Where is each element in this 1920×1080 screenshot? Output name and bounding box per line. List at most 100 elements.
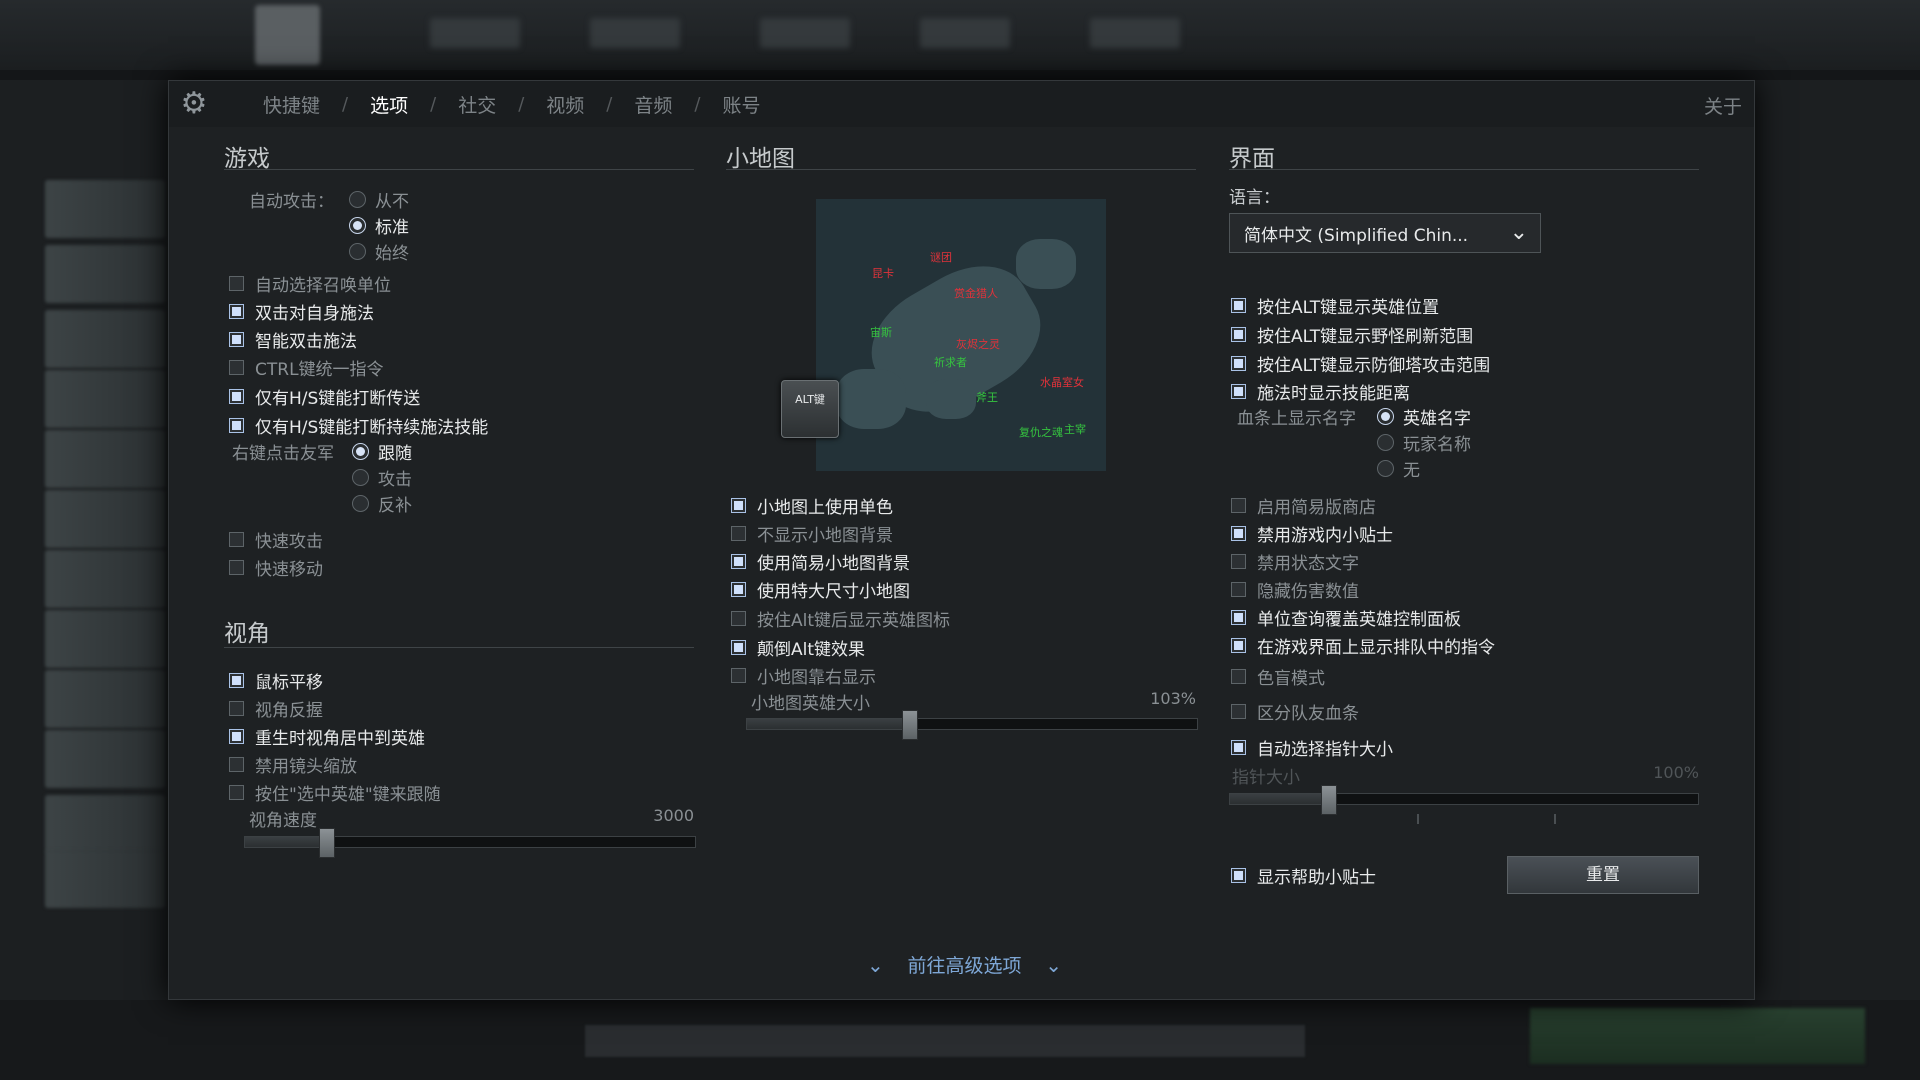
minimap-hero-label: 谜团 xyxy=(930,251,952,264)
checkbox-box xyxy=(229,532,244,547)
hero-tile xyxy=(45,310,165,368)
tab-account[interactable]: 账号 xyxy=(700,91,782,118)
settings-dialog: ⚙ 快捷键 / 选项 / 社交 / 视频 / 音频 / 账号 关于 游戏 自动攻… xyxy=(168,80,1755,1000)
language-select[interactable]: 简体中文 (Simplified Chin... ⌄ xyxy=(1229,213,1541,253)
tab-social[interactable]: 社交 xyxy=(436,91,518,118)
disable-status-text-checkbox[interactable]: 禁用状态文字 xyxy=(1231,549,1359,574)
hold-select-hero-follow-checkbox[interactable]: 按住"选中英雄"键来跟随 xyxy=(229,780,441,805)
checkbox-label: 在游戏界面上显示排队中的指令 xyxy=(1257,638,1495,658)
language-label: 语言： xyxy=(1229,188,1280,208)
minimap-monochrome-checkbox[interactable]: 小地图上使用单色 xyxy=(731,493,893,518)
camera-speed-label: 视角速度 xyxy=(249,811,317,831)
radio-dot xyxy=(349,217,366,234)
language-select-value: 简体中文 (Simplified Chin... xyxy=(1244,225,1469,246)
center-on-respawn-checkbox[interactable]: 重生时视角居中到英雄 xyxy=(229,724,425,749)
hide-damage-numbers-checkbox[interactable]: 隐藏伤害数值 xyxy=(1231,577,1359,602)
cursor-size-slider[interactable] xyxy=(1229,785,1699,815)
tab-video[interactable]: 视频 xyxy=(524,91,606,118)
auto-cursor-size-checkbox[interactable]: 自动选择指针大小 xyxy=(1231,735,1393,760)
tab-audio[interactable]: 音频 xyxy=(612,91,694,118)
checkbox-label: 使用简易小地图背景 xyxy=(757,554,910,574)
checkbox-label: 按住Alt键后显示英雄图标 xyxy=(757,611,951,631)
slider-thumb[interactable] xyxy=(319,828,335,858)
auto-attack-never-radio[interactable]: 从不 xyxy=(349,187,409,212)
invert-alt-checkbox[interactable]: 颠倒Alt键效果 xyxy=(731,635,865,660)
checkbox-label: 隐藏伤害数值 xyxy=(1257,582,1359,602)
checkbox-label: CTRL键统一指令 xyxy=(255,360,384,380)
show-help-tips-checkbox[interactable]: 显示帮助小贴士 xyxy=(1231,863,1376,888)
show-queued-orders-checkbox[interactable]: 在游戏界面上显示排队中的指令 xyxy=(1231,633,1495,658)
checkbox-box xyxy=(1231,554,1246,569)
checkbox-label: 按住ALT键显示英雄位置 xyxy=(1257,298,1440,318)
distinct-ally-healthbars-checkbox[interactable]: 区分队友血条 xyxy=(1231,699,1359,724)
checkbox-box xyxy=(1231,669,1246,684)
hs-interrupt-channel-checkbox[interactable]: 仅有H/S键能打断持续施法技能 xyxy=(229,413,488,438)
checkbox-box xyxy=(1231,582,1246,597)
simple-minimap-background-checkbox[interactable]: 使用简易小地图背景 xyxy=(731,549,910,574)
right-click-deny-radio[interactable]: 反补 xyxy=(352,491,412,516)
unit-query-override-checkbox[interactable]: 单位查询覆盖英雄控制面板 xyxy=(1231,605,1461,630)
checkbox-box xyxy=(1231,356,1246,371)
tab-options[interactable]: 选项 xyxy=(348,91,430,118)
minimap-right-side-checkbox[interactable]: 小地图靠右显示 xyxy=(731,663,876,688)
auto-select-summons-checkbox[interactable]: 自动选择召唤单位 xyxy=(229,271,391,296)
gear-icon[interactable]: ⚙ xyxy=(177,87,211,121)
show-cast-range-checkbox[interactable]: 施法时显示技能距离 xyxy=(1231,379,1410,404)
right-click-follow-radio[interactable]: 跟随 xyxy=(352,439,412,464)
quick-attack-checkbox[interactable]: 快速攻击 xyxy=(229,527,323,552)
checkbox-label: 视角反握 xyxy=(255,701,323,721)
smart-double-tap-checkbox[interactable]: 智能双击施法 xyxy=(229,327,357,352)
mouse-pan-checkbox[interactable]: 鼠标平移 xyxy=(229,668,323,693)
simple-shop-checkbox[interactable]: 启用简易版商店 xyxy=(1231,493,1376,518)
hs-interrupt-teleport-checkbox[interactable]: 仅有H/S键能打断传送 xyxy=(229,384,420,409)
colorblind-mode-checkbox[interactable]: 色盲模式 xyxy=(1231,664,1325,689)
alt-show-hero-icons-checkbox[interactable]: 按住Alt键后显示英雄图标 xyxy=(731,606,950,631)
checkbox-box xyxy=(1231,704,1246,719)
double-tap-self-cast-checkbox[interactable]: 双击对自身施法 xyxy=(229,299,374,324)
radio-label: 玩家名称 xyxy=(1403,435,1471,455)
hide-minimap-background-checkbox[interactable]: 不显示小地图背景 xyxy=(731,521,893,546)
disable-ingame-tips-checkbox[interactable]: 禁用游戏内小贴士 xyxy=(1231,521,1393,546)
auto-attack-standard-radio[interactable]: 标准 xyxy=(349,213,409,238)
minimap-hero-label: 祈求者 xyxy=(934,356,967,369)
disable-zoom-checkbox[interactable]: 禁用镜头缩放 xyxy=(229,752,357,777)
reset-button[interactable]: 重置 xyxy=(1507,856,1699,894)
checkbox-label: 小地图上使用单色 xyxy=(757,498,893,518)
ui-section-title: 界面 xyxy=(1229,146,1275,172)
checkbox-box xyxy=(229,673,244,688)
auto-attack-always-radio[interactable]: 始终 xyxy=(349,239,409,264)
advanced-options-link[interactable]: ⌄ 前往高级选项 ⌄ xyxy=(867,951,1062,978)
radio-dot xyxy=(352,469,369,486)
tab-hotkeys[interactable]: 快捷键 xyxy=(241,91,342,118)
slider-thumb[interactable] xyxy=(1321,785,1338,815)
extra-large-minimap-checkbox[interactable]: 使用特大尺寸小地图 xyxy=(731,577,910,602)
healthbar-player-name-radio[interactable]: 玩家名称 xyxy=(1377,430,1471,455)
healthbar-none-radio[interactable]: 无 xyxy=(1377,456,1420,481)
quick-move-checkbox[interactable]: 快速移动 xyxy=(229,555,323,580)
healthbar-hero-name-radio[interactable]: 英雄名字 xyxy=(1377,404,1471,429)
hero-tile xyxy=(45,610,165,668)
hero-tile xyxy=(45,550,165,608)
play-dota-button xyxy=(1530,1008,1865,1064)
right-click-attack-radio[interactable]: 攻击 xyxy=(352,465,412,490)
alt-show-hero-positions-checkbox[interactable]: 按住ALT键显示英雄位置 xyxy=(1231,293,1439,318)
minimap-hero-label: 灰烬之灵 xyxy=(956,338,1000,351)
client-tab xyxy=(590,18,680,48)
slider-thumb[interactable] xyxy=(902,710,918,740)
checkbox-box xyxy=(731,526,746,541)
invert-camera-checkbox[interactable]: 视角反握 xyxy=(229,696,323,721)
checkbox-label: 快速攻击 xyxy=(255,532,323,552)
checkbox-label: 按住"选中英雄"键来跟随 xyxy=(255,785,441,805)
about-link[interactable]: 关于 xyxy=(1704,92,1742,119)
radio-dot xyxy=(1377,460,1394,477)
camera-speed-slider[interactable] xyxy=(244,828,696,858)
alt-show-tower-range-checkbox[interactable]: 按住ALT键显示防御塔攻击范围 xyxy=(1231,351,1490,376)
checkbox-box xyxy=(731,640,746,655)
dota-logo xyxy=(255,5,320,65)
checkbox-label: 单位查询覆盖英雄控制面板 xyxy=(1257,610,1461,630)
alt-show-neutral-spawn-checkbox[interactable]: 按住ALT键显示野怪刷新范围 xyxy=(1231,322,1473,347)
hero-tile xyxy=(45,670,165,728)
minimap-hero-size-slider[interactable] xyxy=(746,710,1198,740)
checkbox-label: 颠倒Alt键效果 xyxy=(757,640,866,660)
ctrl-unified-orders-checkbox[interactable]: CTRL键统一指令 xyxy=(229,355,384,380)
